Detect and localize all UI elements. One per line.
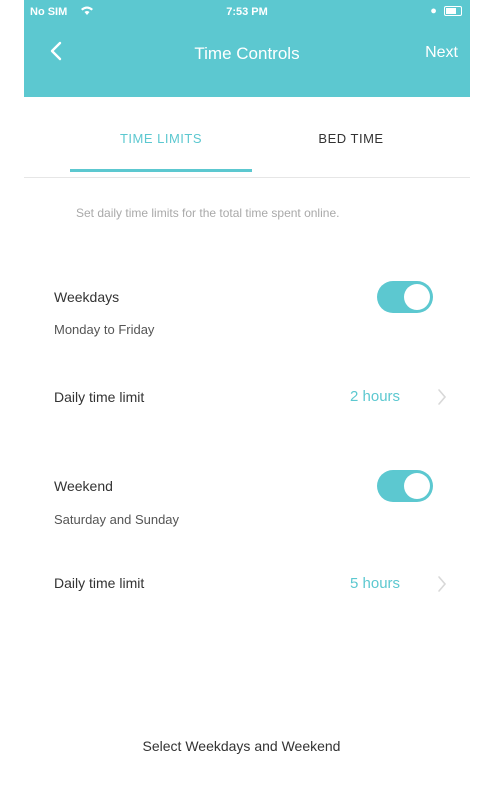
screen: No SIM 7:53 PM ● Time Controls Next TIME…: [0, 0, 483, 810]
weekdays-limit-label: Daily time limit: [54, 389, 145, 405]
weekdays-subtitle: Monday to Friday: [54, 322, 155, 337]
weekend-limit-label: Daily time limit: [54, 575, 145, 591]
next-button[interactable]: Next: [425, 44, 458, 62]
weekend-limit-value[interactable]: 5 hours: [350, 575, 400, 592]
weekdays-limit-value[interactable]: 2 hours: [350, 388, 400, 405]
weekend-limit-chevron[interactable]: [436, 575, 448, 593]
nav-bar: Time Controls Next: [24, 30, 470, 78]
weekend-toggle[interactable]: [377, 470, 433, 502]
status-time: 7:53 PM: [226, 6, 268, 18]
toggle-knob: [404, 473, 430, 499]
battery-icon: [444, 6, 462, 17]
top-bar: No SIM 7:53 PM ● Time Controls Next: [24, 0, 470, 97]
weekend-title: Weekend: [54, 478, 113, 494]
status-right: ●: [430, 5, 462, 17]
toggle-knob: [404, 284, 430, 310]
weekdays-toggle[interactable]: [377, 281, 433, 313]
tab-time-limits[interactable]: TIME LIMITS: [70, 131, 252, 146]
active-tab-indicator: [70, 169, 252, 172]
description-text: Set daily time limits for the total time…: [76, 206, 340, 220]
select-weekdays-weekend-button[interactable]: Select Weekdays and Weekend: [0, 738, 483, 754]
tab-bar: TIME LIMITS BED TIME: [24, 97, 470, 178]
location-icon: ●: [430, 5, 437, 17]
weekend-subtitle: Saturday and Sunday: [54, 512, 180, 527]
weekdays-limit-chevron[interactable]: [436, 388, 448, 406]
weekdays-title: Weekdays: [54, 289, 120, 305]
status-bar: No SIM 7:53 PM ●: [24, 0, 470, 24]
page-title: Time Controls: [194, 44, 300, 63]
chevron-right-icon: [438, 576, 447, 592]
tab-bed-time[interactable]: BED TIME: [256, 131, 446, 146]
chevron-right-icon: [438, 389, 447, 405]
